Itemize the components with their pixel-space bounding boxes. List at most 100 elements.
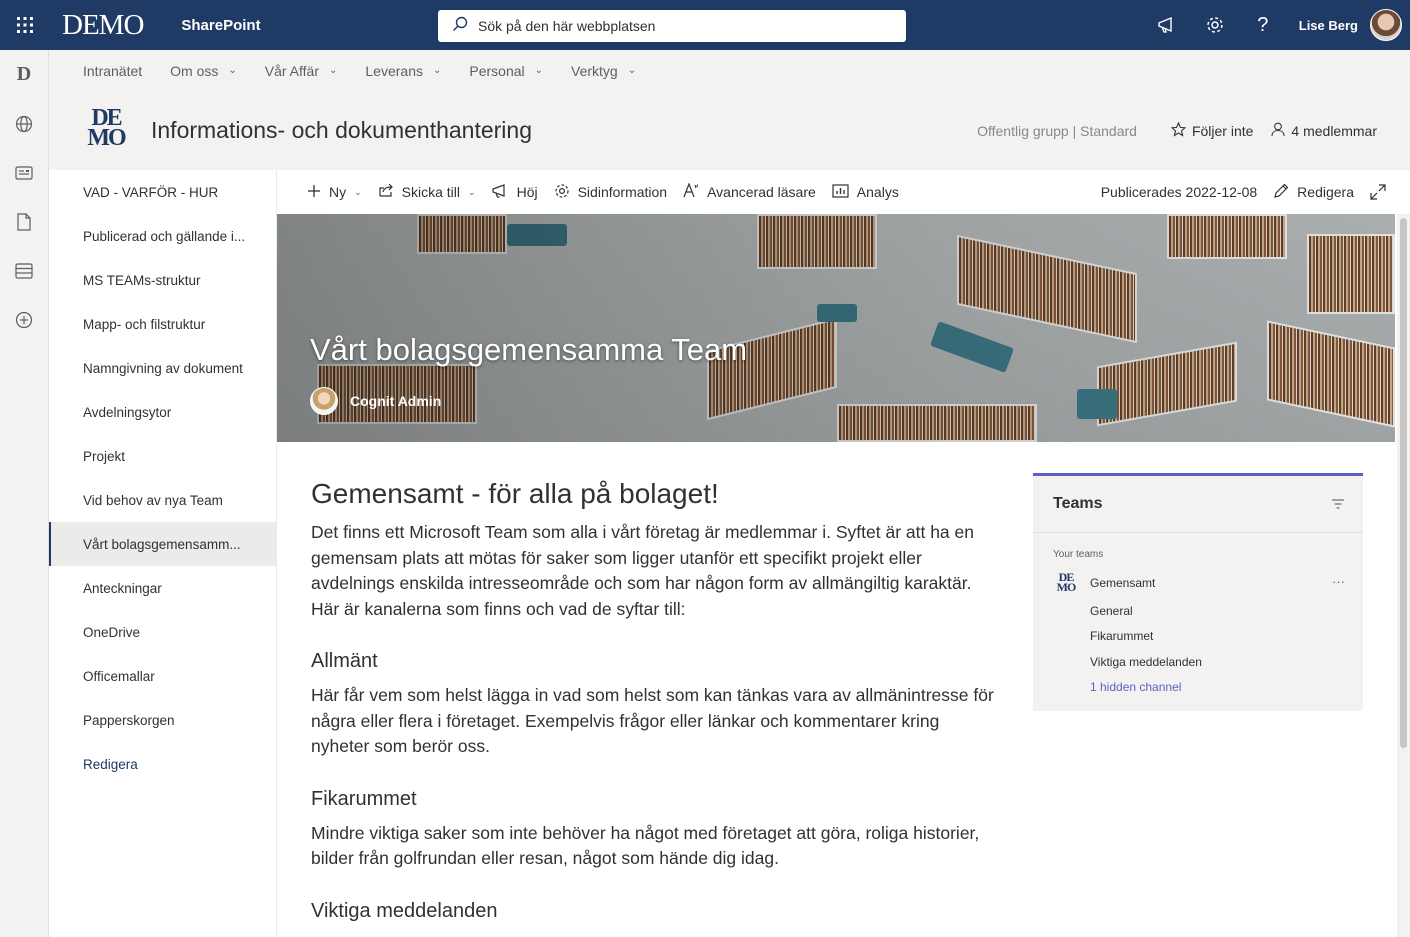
- team-logo: DE MO: [1055, 571, 1077, 594]
- analytics-icon: [832, 183, 849, 201]
- immersive-reader-button[interactable]: Avancerad läsare: [683, 182, 816, 201]
- follow-button[interactable]: Följer inte: [1170, 121, 1254, 140]
- search-icon: [452, 16, 468, 37]
- channel-item[interactable]: Viktiga meddelanden: [1033, 649, 1363, 675]
- hub-nav-om-oss[interactable]: Om oss ⌄: [170, 63, 237, 79]
- page-scrollbar[interactable]: [1397, 214, 1410, 937]
- hub-nav-leverans[interactable]: Leverans ⌄: [365, 63, 441, 79]
- command-bar: Ny ⌄ Skicka till ⌄ Höj Sidinformation Av…: [277, 170, 1410, 214]
- immersive-reader-label: Avancerad läsare: [707, 184, 816, 200]
- help-icon[interactable]: ?: [1239, 0, 1287, 50]
- brand-logo[interactable]: DEMO: [62, 9, 144, 42]
- site-logo[interactable]: DE MO: [83, 106, 129, 154]
- site-logo-icon[interactable]: D: [0, 50, 48, 99]
- channel-item[interactable]: General: [1033, 598, 1363, 624]
- person-icon: [1271, 122, 1285, 140]
- hub-navigation: Intranätet Om oss ⌄ Vår Affär ⌄ Leverans ⌄ …: [49, 50, 1410, 91]
- section-text: Här får vem som helst lägga in vad som h…: [311, 685, 994, 756]
- hub-nav-intranatet[interactable]: Intranätet: [83, 63, 142, 79]
- hero-author[interactable]: Cognit Admin: [310, 387, 441, 415]
- section-text: Mindre viktiga saker som inte behöver ha…: [311, 822, 980, 869]
- site-title[interactable]: Informations- och dokumenthantering: [151, 117, 532, 144]
- hub-nav-verktyg[interactable]: Verktyg ⌄: [571, 63, 636, 79]
- send-to-label: Skicka till: [401, 184, 461, 200]
- gear-icon: [554, 183, 570, 202]
- analytics-button[interactable]: Analys: [832, 183, 899, 201]
- hub-nav-label: Verktyg: [571, 62, 618, 79]
- your-teams-label: Your teams: [1053, 549, 1104, 560]
- share-icon: [378, 183, 394, 201]
- immersive-reader-icon: [683, 182, 699, 201]
- members-button[interactable]: 4 medlemmar: [1271, 122, 1377, 140]
- edit-label: Redigera: [1297, 184, 1354, 200]
- chevron-down-icon: ⌄: [329, 65, 338, 76]
- teams-title: Teams: [1053, 495, 1103, 512]
- members-label: 4 medlemmar: [1291, 122, 1377, 139]
- section-heading: Viktiga meddelanden: [311, 899, 498, 922]
- team-logo-line: MO: [1056, 580, 1077, 594]
- list-icon[interactable]: [0, 246, 48, 295]
- scrollbar-thumb[interactable]: [1400, 218, 1407, 748]
- edit-button[interactable]: Redigera: [1273, 183, 1354, 202]
- follow-label: Följer inte: [1191, 122, 1254, 139]
- article-body: Gemensamt - för alla på bolaget! Det fin…: [311, 478, 1001, 933]
- page-details-label: Sidinformation: [577, 184, 668, 200]
- hub-nav-personal[interactable]: Personal ⌄: [469, 63, 543, 79]
- user-avatar[interactable]: [1370, 9, 1402, 41]
- nav-item-vid-behov[interactable]: Vid behov av nya Team: [49, 478, 276, 522]
- filter-icon[interactable]: [1331, 496, 1345, 514]
- nav-item-papperskorgen[interactable]: Papperskorgen: [49, 698, 276, 742]
- author-name: Cognit Admin: [350, 393, 442, 409]
- page-details-button[interactable]: Sidinformation: [554, 183, 668, 202]
- nav-item-avdelningsytor[interactable]: Avdelningsytor: [49, 390, 276, 434]
- nav-item-officemallar[interactable]: Officemallar: [49, 654, 276, 698]
- chevron-down-icon: ⌄: [228, 65, 237, 76]
- nav-item-onedrive[interactable]: OneDrive: [49, 610, 276, 654]
- hub-nav-label: Om oss: [170, 62, 219, 79]
- nav-item-ms-teams-struktur[interactable]: MS TEAMs-struktur: [49, 258, 276, 302]
- chevron-down-icon: ⌄: [468, 186, 476, 197]
- settings-gear-icon[interactable]: [1191, 0, 1239, 50]
- nav-item-publicerad[interactable]: Publicerad och gällande i...: [49, 214, 276, 258]
- chevron-down-icon: ⌄: [354, 186, 362, 197]
- nav-item-projekt[interactable]: Projekt: [49, 434, 276, 478]
- hub-nav-var-affar[interactable]: Vår Affär ⌄: [265, 63, 338, 79]
- hub-nav-label: Intranätet: [83, 62, 143, 79]
- pencil-icon: [1273, 183, 1289, 202]
- globe-icon[interactable]: [0, 99, 48, 148]
- document-icon[interactable]: [0, 197, 48, 246]
- teams-header: Teams: [1033, 476, 1363, 533]
- hub-nav-label: Leverans: [365, 62, 423, 79]
- user-name[interactable]: Lise Berg: [1299, 18, 1358, 33]
- hidden-channel-link[interactable]: 1 hidden channel: [1033, 675, 1363, 701]
- nav-item-mapp-filstruktur[interactable]: Mapp- och filstruktur: [49, 302, 276, 346]
- analytics-label: Analys: [856, 184, 899, 200]
- nav-edit-link[interactable]: Redigera: [49, 742, 276, 786]
- article-heading: Gemensamt - för alla på bolaget!: [311, 478, 719, 509]
- hero-banner: Vårt bolagsgemensamma Team Cognit Admin: [277, 214, 1395, 442]
- suite-bar: DEMO SharePoint ? Lise Berg: [0, 0, 1410, 50]
- app-launcher-icon[interactable]: [0, 0, 50, 50]
- new-button[interactable]: Ny ⌄: [307, 184, 362, 201]
- megaphone-icon: [491, 183, 509, 201]
- megaphone-icon[interactable]: [1143, 0, 1191, 50]
- team-name: Gemensamt: [1090, 576, 1156, 590]
- nav-item-anteckningar[interactable]: Anteckningar: [49, 566, 276, 610]
- promote-button[interactable]: Höj: [491, 183, 538, 201]
- app-name[interactable]: SharePoint: [181, 17, 260, 34]
- send-to-button[interactable]: Skicka till ⌄: [378, 183, 476, 201]
- more-options-icon[interactable]: ···: [1332, 574, 1345, 589]
- news-icon[interactable]: [0, 148, 48, 197]
- chevron-down-icon: ⌄: [432, 65, 442, 76]
- search-input[interactable]: [478, 18, 878, 34]
- expand-icon[interactable]: [1370, 184, 1386, 200]
- channel-item[interactable]: Fikarummet: [1033, 624, 1363, 650]
- team-item[interactable]: DE MO Gemensamt ···: [1033, 571, 1363, 594]
- suite-actions: ? Lise Berg: [1143, 0, 1402, 50]
- nav-item-bolagsgemensamma[interactable]: Vårt bolagsgemensamm...: [49, 522, 276, 566]
- nav-item-namngivning[interactable]: Namngivning av dokument: [49, 346, 276, 390]
- site-header: DE MO Informations- och dokumenthanterin…: [49, 91, 1410, 170]
- search-box[interactable]: [438, 10, 906, 42]
- nav-item-vad-varfor-hur[interactable]: VAD - VARFÖR - HUR: [49, 170, 276, 214]
- create-plus-icon[interactable]: [0, 295, 48, 344]
